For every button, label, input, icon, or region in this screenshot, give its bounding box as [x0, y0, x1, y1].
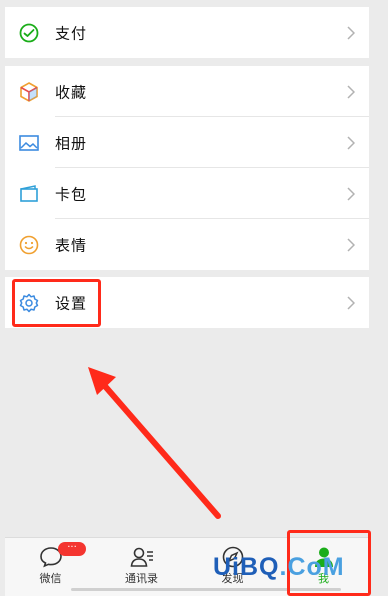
- menu-item-pay[interactable]: 支付: [5, 7, 369, 58]
- chevron-right-icon: [347, 295, 355, 310]
- menu-item-stickers[interactable]: 表情: [5, 219, 369, 270]
- menu-item-label: 卡包: [55, 185, 88, 203]
- menu-item-favorites[interactable]: 收藏: [5, 66, 369, 117]
- tab-label: 通讯录: [125, 572, 158, 585]
- image-icon: [19, 134, 39, 151]
- menu-item-label: 收藏: [55, 83, 88, 101]
- home-indicator: [71, 588, 341, 591]
- gear-icon: [19, 293, 39, 312]
- menu-item-label: 支付: [55, 24, 88, 42]
- menu-item-label: 相册: [55, 134, 88, 152]
- unread-badge: ···: [58, 542, 86, 556]
- menu-item-label: 设置: [55, 294, 88, 312]
- contacts-icon: [130, 547, 153, 567]
- watermark-part2: .CoM: [279, 553, 345, 581]
- chevron-right-icon: [347, 84, 355, 99]
- menu-item-album[interactable]: 相册: [5, 117, 369, 168]
- watermark-part1: UiBQ: [213, 553, 280, 581]
- chevron-right-icon: [347, 186, 355, 201]
- chevron-right-icon: [347, 237, 355, 252]
- pay-icon: [19, 23, 39, 42]
- menu-item-cards[interactable]: 卡包: [5, 168, 369, 219]
- menu-group-pay: 支付: [5, 7, 369, 58]
- watermark: UiBQ.CoM: [213, 553, 345, 582]
- menu-group-main: 收藏 相册 卡包 表情: [5, 66, 369, 270]
- wallet-icon: [20, 184, 38, 202]
- smiley-icon: [19, 235, 39, 254]
- menu-group-settings: 设置: [5, 277, 369, 328]
- menu-item-label: 表情: [55, 236, 88, 254]
- chevron-right-icon: [347, 25, 355, 40]
- menu-item-settings[interactable]: 设置: [5, 277, 369, 328]
- chevron-right-icon: [347, 135, 355, 150]
- cube-icon: [20, 81, 38, 102]
- me-page: 支付 收藏 相册 卡包 表情 设置: [5, 0, 369, 595]
- tab-label: 微信: [39, 572, 62, 585]
